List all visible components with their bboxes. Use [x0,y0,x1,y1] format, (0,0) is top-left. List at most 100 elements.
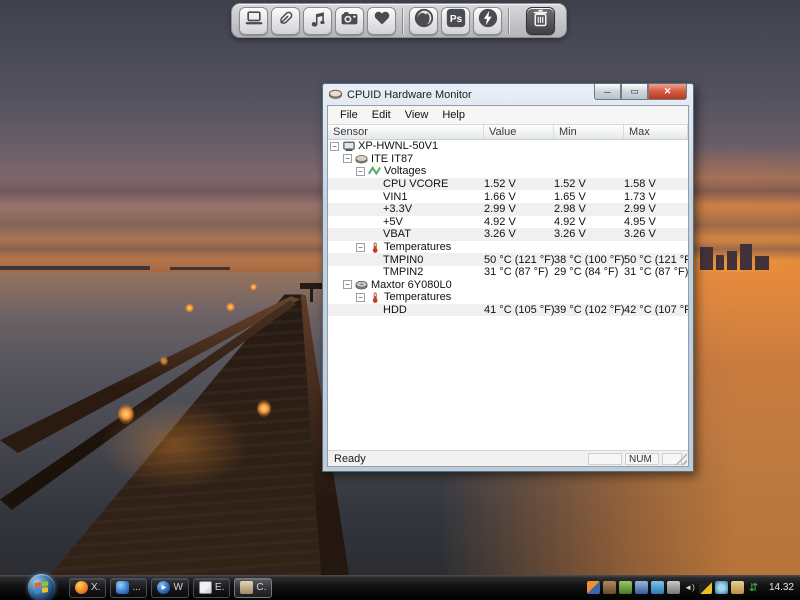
tray-icons: ◄) ⇵ [587,581,760,594]
svg-text:Ps: Ps [449,14,462,25]
sensor-row-voltages[interactable]: −Voltages [328,165,688,178]
sensor-label: VIN1 [383,191,407,203]
sensor-row-tmpin0[interactable]: TMPIN050 °C (121 °F)38 °C (100 °F)50 °C … [328,253,688,266]
start-button[interactable] [28,574,55,600]
sensor-cell: −XP-HWNL-50V1 [328,140,484,152]
sensor-row-xp-hwnl-50v1[interactable]: −XP-HWNL-50V1 [328,140,688,153]
max-cell: 50 °C (121 °F) [624,254,688,266]
skyline-building [700,247,713,270]
min-cell: 2.98 V [554,203,624,215]
camera-dock-button[interactable] [335,7,364,35]
menu-edit[interactable]: Edit [365,107,398,123]
tray-icon-update-agent[interactable] [667,581,680,594]
sensor-row-+5v[interactable]: +5V4.92 V4.92 V4.95 V [328,216,688,229]
sensor-row-+3.3v[interactable]: +3.3V2.99 V2.98 V2.99 V [328,203,688,216]
minimize-button[interactable]: ─ [594,84,621,100]
status-pane-empty [588,453,622,465]
min-cell: 1.65 V [554,191,624,203]
laptop-dock-button[interactable] [239,7,268,35]
window-titlebar[interactable]: CPUID Hardware Monitor ─ ▭ ✕ [323,84,693,105]
sensor-label: VBAT [383,228,411,240]
menu-help[interactable]: Help [435,107,472,123]
close-button[interactable]: ✕ [648,84,687,100]
taskbar-button-firefox[interactable]: X. [69,578,106,598]
firefox-icon [75,581,88,594]
value-cell: 41 °C (105 °F) [484,304,554,316]
music-note-dock-button[interactable] [303,7,332,35]
tray-icon-photo-viewer[interactable] [587,581,600,594]
sensor-label: +3.3V [383,203,412,215]
sensor-row-maxtor-6y080l0[interactable]: − Maxtor 6Y080L0 [328,279,688,292]
taskbar-button-cpuid[interactable]: C. [234,578,272,598]
max-cell: 1.58 V [624,178,688,190]
sensor-label: HDD [383,304,407,316]
menu-view[interactable]: View [398,107,436,123]
taskbar-button-messenger[interactable]: ... [110,578,147,598]
tray-icon-file-sync[interactable] [731,581,744,594]
sensor-cell: VIN1 [328,191,484,203]
tree-collapse-toggle[interactable]: − [343,280,352,289]
lightning-dock-button[interactable] [473,7,502,35]
column-header-value[interactable]: Value [484,125,554,139]
trash-dock-button[interactable] [526,7,555,35]
window-controls: ─ ▭ ✕ [594,84,687,100]
tree-collapse-toggle[interactable]: − [343,154,352,163]
messenger-icon [116,581,129,594]
tree-collapse-toggle[interactable]: − [356,243,365,252]
column-header-sensor[interactable]: Sensor [328,125,484,139]
tree-collapse-toggle[interactable]: − [330,142,339,151]
photoshop-dock-button[interactable]: Ps [441,7,470,35]
sensor-label: Maxtor 6Y080L0 [371,279,452,291]
thermometer-icon [368,242,381,253]
tray-icon-volume[interactable]: ◄) [683,581,696,594]
sensor-row-hdd[interactable]: HDD41 °C (105 °F)39 °C (102 °F)42 °C (10… [328,304,688,317]
tray-icon-sync-arrows[interactable]: ⇵ [747,581,760,594]
sensor-row-tmpin2[interactable]: TMPIN231 °C (87 °F)29 °C (84 °F)31 °C (8… [328,266,688,279]
sensor-row-vbat[interactable]: VBAT3.26 V3.26 V3.26 V [328,228,688,241]
maximize-button[interactable]: ▭ [621,84,648,100]
firefox-icon [413,7,435,34]
taskbar-button-editor[interactable]: E. [193,578,230,598]
sensor-row-temperatures[interactable]: −Temperatures [328,291,688,304]
tray-icon-display-settings[interactable] [699,581,712,594]
thermometer-icon [368,292,381,303]
tree-collapse-toggle[interactable]: − [356,293,365,302]
media-player-icon: ▶ [157,581,170,594]
tray-icon-utility-a[interactable] [603,581,616,594]
min-cell: 4.92 V [554,216,624,228]
window-client-area: FileEditViewHelp SensorValueMinMax −XP-H… [327,105,689,467]
cpuid-icon [240,581,253,594]
laptop-icon [244,9,264,32]
sensor-row-cpu-vcore[interactable]: CPU VCORE1.52 V1.52 V1.58 V [328,178,688,191]
tray-icon-network-monitors[interactable] [635,581,648,594]
paperclip-dock-button[interactable] [271,7,300,35]
heart-icon [373,10,391,31]
firefox-dock-button[interactable] [409,7,438,35]
skyline-building [755,256,769,270]
value-cell: 31 °C (87 °F) [484,266,554,278]
computer-icon [342,141,355,152]
taskbar-button-media-player[interactable]: ▶W [151,578,188,598]
taskbar-clock[interactable]: 14.32 [769,582,794,593]
column-header-min[interactable]: Min [554,125,624,139]
sensor-row-ite-it87[interactable]: −ITE IT87 [328,153,688,166]
sensor-row-vin1[interactable]: VIN11.66 V1.65 V1.73 V [328,190,688,203]
sensor-row-temperatures[interactable]: −Temperatures [328,241,688,254]
paperclip-icon [277,9,295,32]
column-header-max[interactable]: Max [624,125,688,139]
sensor-label: TMPIN0 [383,254,423,266]
sensor-cell: −ITE IT87 [328,153,484,165]
min-cell: 38 °C (100 °F) [554,254,624,266]
menu-file[interactable]: File [333,107,365,123]
tray-icon-remote-viewer[interactable] [715,581,728,594]
value-cell: 1.66 V [484,191,554,203]
status-pane-num: NUM [625,453,659,465]
list-column-headers: SensorValueMinMax [328,125,688,140]
heart-dock-button[interactable] [367,7,396,35]
editor-icon [199,581,212,594]
tray-icon-utility-b[interactable] [619,581,632,594]
tray-icon-messenger-status[interactable] [651,581,664,594]
tree-collapse-toggle[interactable]: − [356,167,365,176]
sensor-label: TMPIN2 [383,266,423,278]
value-cell: 3.26 V [484,228,554,240]
